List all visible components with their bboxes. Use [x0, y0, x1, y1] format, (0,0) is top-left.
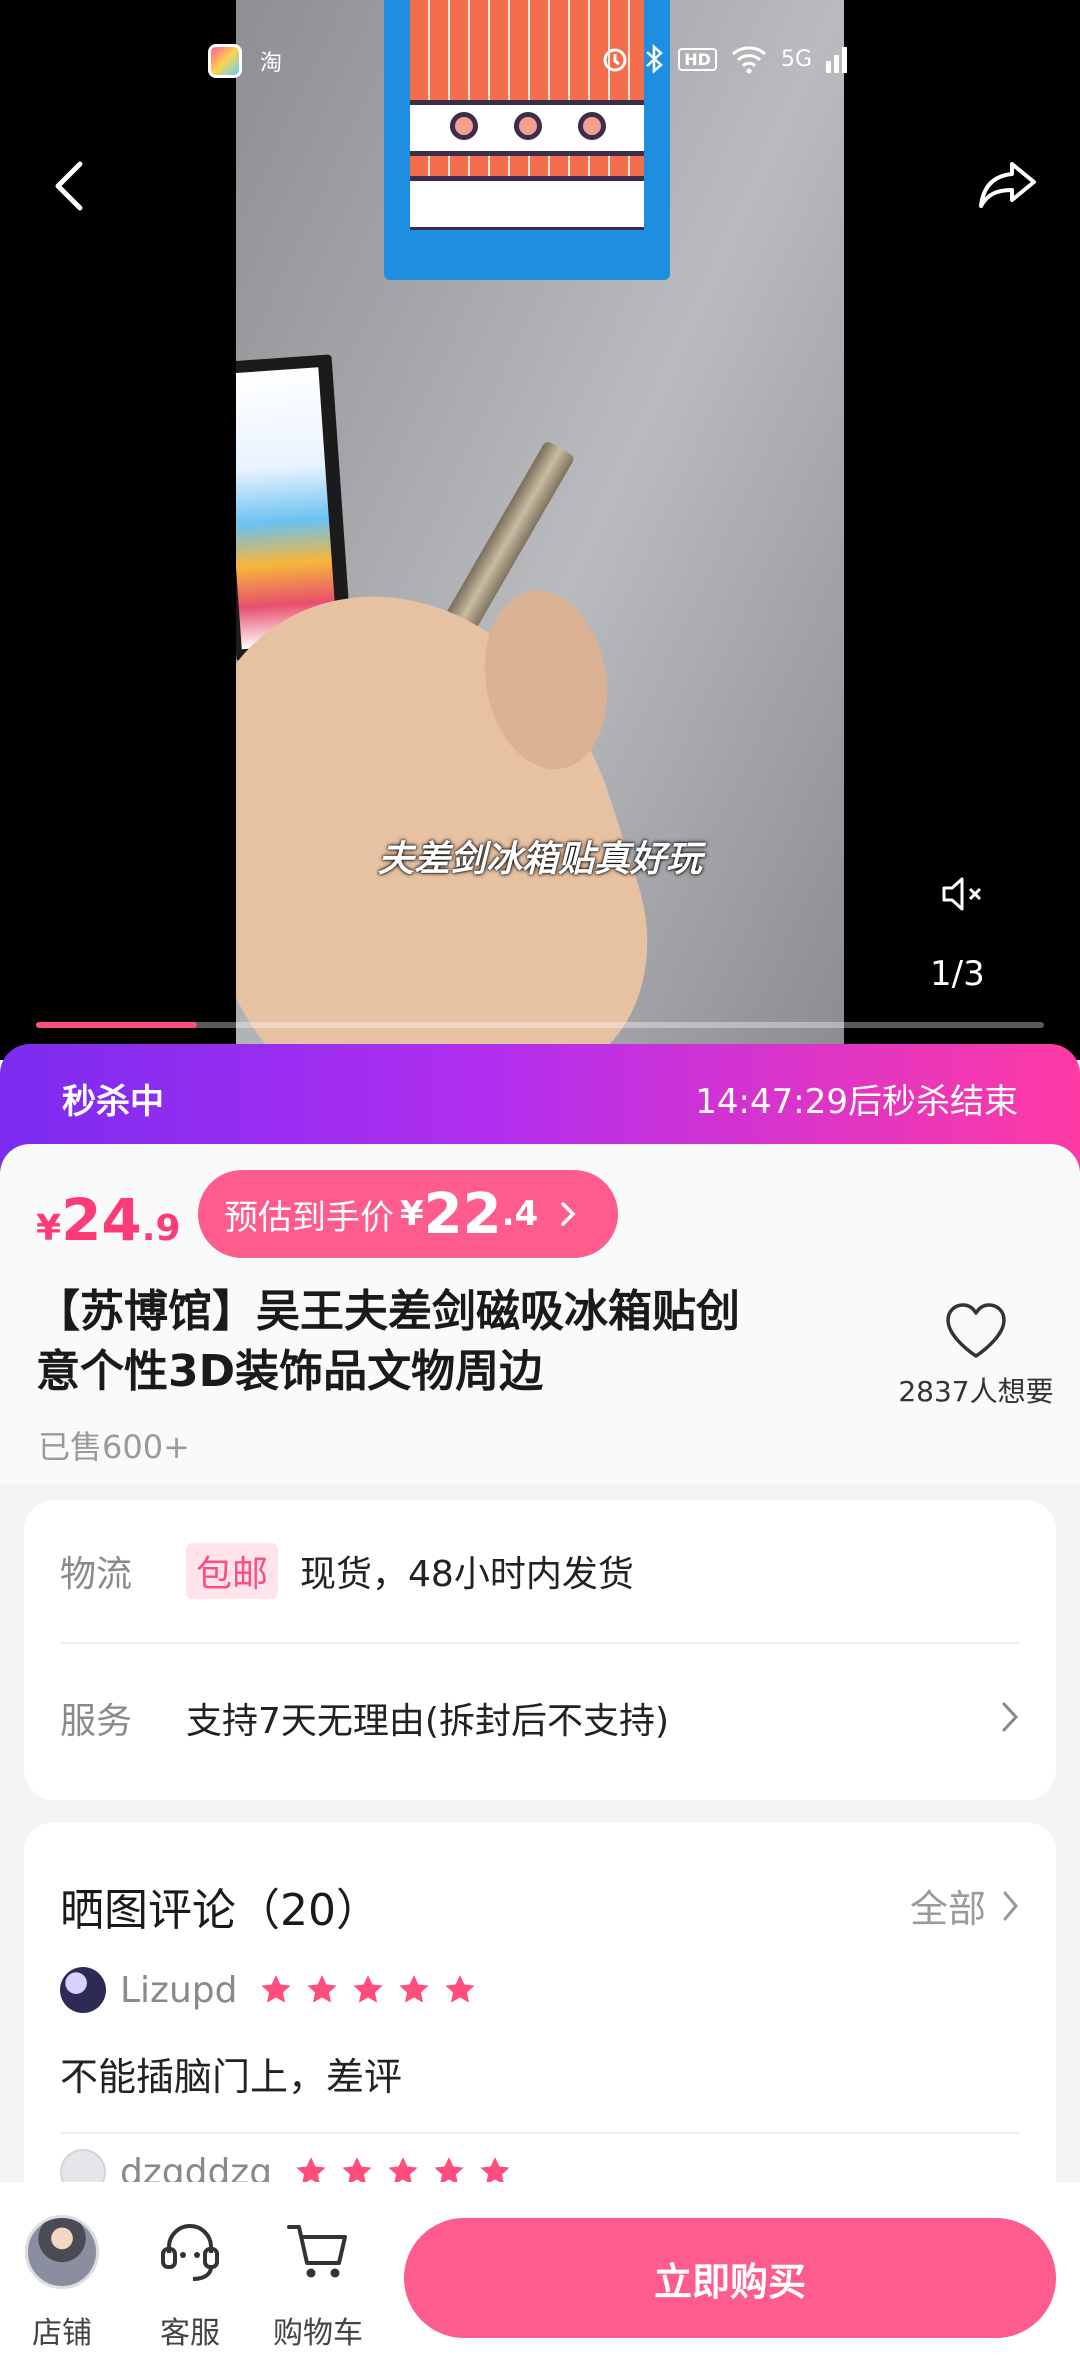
network-label: 5G [780, 46, 812, 72]
media-pager: 1/3 [930, 954, 985, 994]
want-count: 2837人想要 [898, 1375, 1054, 1408]
star-icon [445, 1975, 476, 2003]
cart-icon [287, 2225, 347, 2278]
chevron-left-icon [55, 161, 83, 211]
video-frame [236, 0, 844, 1060]
want-button[interactable]: 2837人想要 [896, 1302, 1056, 1410]
hand [236, 537, 687, 1060]
taobao-label: 淘 [260, 51, 283, 76]
price-decimal: .9 [141, 1208, 181, 1249]
customer-service-icon [161, 2224, 219, 2281]
logistics-row[interactable]: 物流 包邮 现货，48小时内发货 [60, 1500, 1020, 1644]
back-button[interactable] [32, 148, 108, 224]
avatar [60, 1967, 106, 2013]
hd-badge: HD [678, 47, 717, 71]
service-value: 支持7天无理由(拆封后不支持) [186, 1701, 669, 1742]
estimated-price-decimal: .4 [501, 1194, 539, 1234]
store-tab[interactable]: 店铺 [2, 2212, 122, 2352]
star-icon [353, 1975, 384, 2003]
chevron-right-icon [1003, 1891, 1018, 1920]
video-progress-bar[interactable] [36, 1022, 1044, 1028]
mute-button[interactable] [924, 856, 1000, 932]
estimated-price-button[interactable]: 预估到手价 ¥ 22 .4 [198, 1170, 618, 1258]
heart-icon [946, 1303, 1006, 1358]
mute-icon [942, 877, 982, 911]
review-text: 不能插脑门上，差评 [60, 2055, 403, 2099]
app-icon [208, 44, 242, 78]
painting-magnet [384, 0, 670, 280]
star-icon [307, 1975, 338, 2003]
chevron-right-icon [1002, 1702, 1019, 1732]
buy-now-button[interactable]: 立即购买 [404, 2218, 1056, 2338]
bottom-action-bar: 店铺 客服 购物车 立即购买 [0, 2182, 1080, 2376]
product-title: 【苏博馆】吴王夫差剑磁吸冰箱贴创 意个性3D装饰品文物周边 [36, 1282, 856, 1402]
wifi-icon [731, 46, 766, 74]
price: ¥ 24 .9 [36, 1186, 181, 1254]
share-icon [979, 162, 1036, 208]
star-icon [261, 1975, 292, 2003]
star-icon [399, 1975, 430, 2003]
service-card: 物流 包邮 现货，48小时内发货 服务 支持7天无理由(拆封后不支持) [24, 1500, 1056, 1800]
status-bar: 淘 HD 5G [208, 44, 848, 88]
product-title-line2: 意个性3D装饰品文物周边 [36, 1346, 544, 1397]
flash-sale-label: 秒杀中 [62, 1082, 164, 1122]
store-label: 店铺 [32, 2316, 92, 2351]
service-row[interactable]: 服务 支持7天无理由(拆封后不支持) [60, 1646, 1020, 1790]
alarm-icon [603, 48, 627, 72]
reviews-title: 晒图评论（20） [60, 1885, 380, 1936]
free-shipping-badge: 包邮 [186, 1543, 279, 1599]
bluetooth-icon [646, 44, 664, 74]
logistics-key: 物流 [60, 1554, 133, 1595]
cart-label: 购物车 [273, 2316, 363, 2351]
product-detail-page: 夫差剑冰箱贴真好玩 淘 HD 5G 1/3 秒杀中 14:47:29后秒杀结束 … [0, 0, 1080, 2376]
price-currency: ¥ [36, 1208, 62, 1249]
sold-count: 已售600+ [38, 1428, 190, 1466]
video-progress-fill [36, 1022, 198, 1028]
review-item[interactable]: Lizupd 不能插脑门上，差评 [60, 1962, 1020, 2134]
flash-sale-countdown: 14:47:29后秒杀结束 [695, 1082, 1018, 1122]
chevron-right-icon [561, 1202, 576, 1226]
star-rating [259, 1973, 477, 2007]
product-video[interactable]: 夫差剑冰箱贴真好玩 淘 HD 5G 1/3 [0, 0, 1080, 1060]
price-integer: 24 [61, 1186, 142, 1254]
estimated-price-currency: ¥ [400, 1194, 424, 1234]
service-key: 服务 [60, 1701, 133, 1742]
estimated-price-integer: 22 [423, 1181, 502, 1247]
share-button[interactable] [970, 146, 1046, 222]
logistics-value: 现货，48小时内发货 [300, 1554, 634, 1595]
signal-icon [826, 47, 847, 73]
video-caption: 夫差剑冰箱贴真好玩 [377, 839, 702, 880]
cart-tab[interactable]: 购物车 [258, 2212, 378, 2352]
customer-service-label: 客服 [160, 2316, 220, 2351]
product-title-line1: 【苏博馆】吴王夫差剑磁吸冰箱贴创 [36, 1286, 740, 1337]
store-avatar-icon [25, 2215, 99, 2289]
estimated-price-label: 预估到手价 [224, 1197, 394, 1238]
product-info: ¥ 24 .9 预估到手价 ¥ 22 .4 【苏博馆】吴王夫差剑磁吸冰箱贴创 意… [0, 1144, 1080, 1484]
review-username: Lizupd [120, 1969, 238, 2011]
customer-service-tab[interactable]: 客服 [130, 2212, 250, 2352]
reviews-all-label: 全部 [909, 1887, 986, 1931]
reviews-all-link[interactable]: 全部 [910, 1878, 1020, 1933]
